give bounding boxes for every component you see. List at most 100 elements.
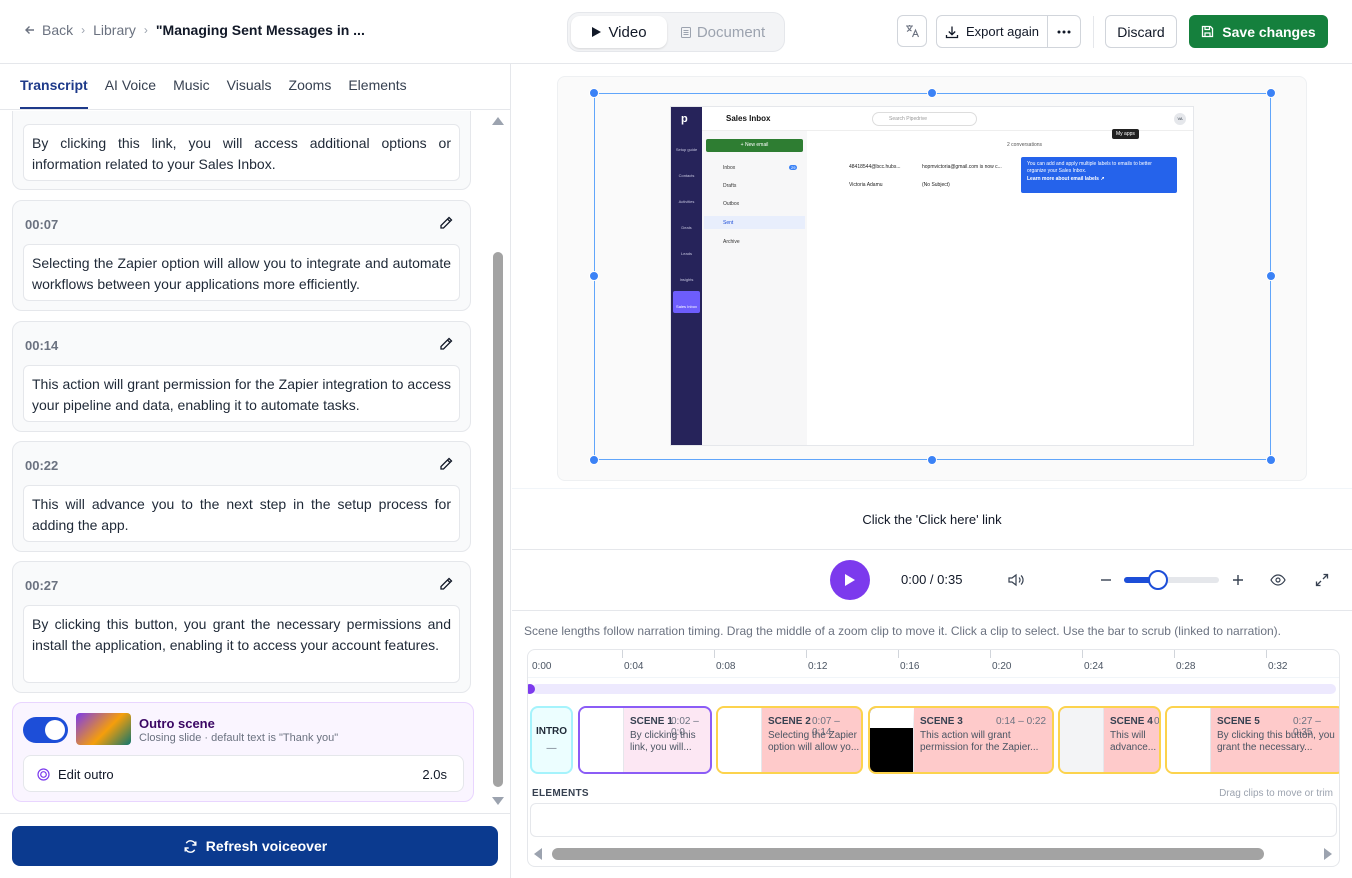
ruler-tick: 0:16 <box>900 661 920 672</box>
scroll-down-icon[interactable] <box>491 796 505 806</box>
translate-icon <box>906 25 920 38</box>
eye-icon[interactable] <box>1270 574 1286 586</box>
ruler-tick-line <box>990 650 991 658</box>
scene-clip[interactable]: SCENE 5 0:27 – 0:35 By clicking this but… <box>1165 706 1339 774</box>
fullscreen-icon[interactable] <box>1315 573 1329 587</box>
scene-clip[interactable]: SCENE 3 0:14 – 0:22 This action will gra… <box>868 706 1054 774</box>
transcript-card: By clicking this link, you will access a… <box>12 111 471 190</box>
scene-thumbnail <box>1167 708 1211 772</box>
play-button[interactable] <box>830 560 870 600</box>
ruler-tick: 0:32 <box>1268 661 1288 672</box>
refresh-voiceover-button[interactable]: Refresh voiceover <box>12 826 498 866</box>
resize-handle[interactable] <box>589 271 599 281</box>
transcript-card: 00:07 Selecting the Zapier option will a… <box>12 200 471 311</box>
scroll-thumb[interactable] <box>493 252 503 787</box>
timeline-scroll-thumb[interactable] <box>552 848 1264 860</box>
scrub-bar[interactable] <box>532 684 1336 694</box>
resize-handle[interactable] <box>927 455 937 465</box>
scene-clip[interactable]: SCENE 2 0:07 – 0:14 Selecting the Zapier… <box>716 706 863 774</box>
export-again-button[interactable]: Export again <box>936 15 1048 48</box>
playback-time: 0:00 / 0:35 <box>901 572 963 587</box>
transcript-text[interactable]: By clicking this link, you will access a… <box>23 124 460 181</box>
elements-lane[interactable] <box>530 803 1337 837</box>
tab-music[interactable]: Music <box>173 77 210 109</box>
edit-outro-button[interactable]: Edit outro 2.0s <box>23 755 464 792</box>
transcript-text[interactable]: By clicking this button, you grant the n… <box>23 605 460 683</box>
outro-toggle[interactable] <box>23 717 68 743</box>
breadcrumb-library[interactable]: Library <box>93 22 136 38</box>
zoom-selection-frame[interactable] <box>594 93 1271 460</box>
tab-zooms[interactable]: Zooms <box>289 77 332 109</box>
refresh-icon <box>184 839 197 853</box>
resize-handle[interactable] <box>927 88 937 98</box>
transcript-card: 00:22 This will advance you to the next … <box>12 441 471 552</box>
pencil-icon[interactable] <box>438 576 454 592</box>
save-changes-button[interactable]: Save changes <box>1189 15 1328 48</box>
zoom-in-icon[interactable] <box>1232 574 1244 586</box>
translate-button[interactable] <box>897 15 927 47</box>
arrow-left-icon <box>25 26 34 34</box>
ruler-tick-line <box>714 650 715 658</box>
transcript-time: 00:27 <box>25 578 59 593</box>
outro-scene-card: Outro scene Closing slide · default text… <box>12 702 474 802</box>
resize-handle[interactable] <box>1266 88 1276 98</box>
tab-elements[interactable]: Elements <box>348 77 406 109</box>
divider <box>0 813 511 814</box>
timeline-ruler[interactable]: 0:00 0:04 0:08 0:12 0:16 0:20 0:24 0:28 … <box>528 650 1339 678</box>
document-title: "Managing Sent Messages in ... <box>155 22 365 38</box>
pencil-icon[interactable] <box>438 215 454 231</box>
ruler-tick-line <box>806 650 807 658</box>
scroll-left-icon[interactable] <box>533 847 543 861</box>
transcript-text[interactable]: This action will grant permission for th… <box>23 365 460 422</box>
save-icon <box>1202 25 1214 38</box>
scroll-up-icon[interactable] <box>491 116 505 126</box>
ruler-tick: 0:04 <box>624 661 644 672</box>
scene-clip[interactable]: SCENE 4 0 This will advance... <box>1058 706 1161 774</box>
resize-handle[interactable] <box>1266 455 1276 465</box>
outro-thumbnail <box>76 713 131 745</box>
transcript-scrollbar[interactable] <box>489 112 507 812</box>
tab-transcript[interactable]: Transcript <box>20 77 88 109</box>
panel-tabs: Transcript AI Voice Music Visuals Zooms … <box>0 64 510 110</box>
timeline-scrollbar[interactable] <box>528 846 1339 862</box>
elements-label: ELEMENTS <box>532 788 589 799</box>
ruler-tick-line <box>1266 650 1267 658</box>
transcript-text[interactable]: Selecting the Zapier option will allow y… <box>23 244 460 301</box>
scene-thumbnail <box>580 708 624 772</box>
transcript-time: 00:07 <box>25 217 59 232</box>
target-icon <box>37 768 50 781</box>
zoom-out-icon[interactable] <box>1100 574 1112 586</box>
download-icon <box>945 26 959 38</box>
discard-button[interactable]: Discard <box>1105 15 1177 48</box>
pencil-icon[interactable] <box>438 336 454 352</box>
pencil-icon[interactable] <box>438 456 454 472</box>
mode-document-button[interactable]: Document <box>667 16 779 48</box>
outro-duration: 2.0s <box>422 767 447 782</box>
scene-clip[interactable]: SCENE 1 0:02 – 0:0 By clicking this link… <box>578 706 712 774</box>
play-icon <box>592 27 602 37</box>
resize-handle[interactable] <box>589 88 599 98</box>
ruler-tick-line <box>622 650 623 658</box>
more-options-button[interactable] <box>1047 15 1081 48</box>
back-link[interactable]: Back <box>24 22 73 38</box>
editor-side-panel: Transcript AI Voice Music Visuals Zooms … <box>0 64 511 878</box>
tab-ai-voice[interactable]: AI Voice <box>105 77 156 109</box>
volume-icon[interactable] <box>1008 573 1024 587</box>
scroll-right-icon[interactable] <box>1323 847 1333 861</box>
divider <box>1093 16 1094 48</box>
ruler-tick-line <box>1174 650 1175 658</box>
zoom-slider[interactable] <box>1124 570 1219 590</box>
zoom-slider-thumb[interactable] <box>1148 570 1169 590</box>
intro-clip[interactable]: INTRO — <box>530 706 573 774</box>
transcript-card: 00:14 This action will grant permission … <box>12 321 471 432</box>
mode-video-button[interactable]: Video <box>571 16 667 48</box>
resize-handle[interactable] <box>589 455 599 465</box>
timeline-hint: Scene lengths follow narration timing. D… <box>524 624 1282 638</box>
player-controls: 0:00 / 0:35 <box>512 551 1352 611</box>
tab-visuals[interactable]: Visuals <box>227 77 272 109</box>
resize-handle[interactable] <box>1266 271 1276 281</box>
top-bar: Back › Library › "Managing Sent Messages… <box>0 0 1352 64</box>
transcript-text[interactable]: This will advance you to the next step i… <box>23 485 460 542</box>
timeline: 0:00 0:04 0:08 0:12 0:16 0:20 0:24 0:28 … <box>527 649 1340 867</box>
transcript-time: 00:14 <box>25 338 59 353</box>
